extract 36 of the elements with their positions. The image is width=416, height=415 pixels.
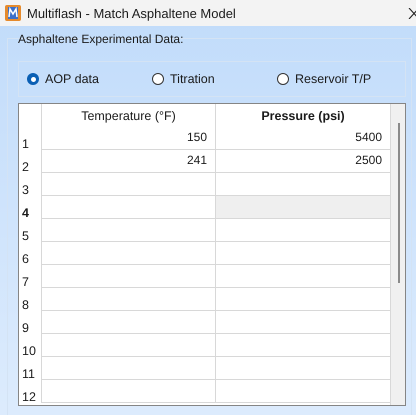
row-number: 4 [21,205,30,219]
scroll-thumb[interactable] [398,123,400,283]
row-number: 1 [21,136,30,150]
row-number: 7 [21,274,30,288]
row-number: 5 [21,228,30,242]
group-label: Asphaltene Experimental Data: [17,32,184,46]
table-cell[interactable] [41,288,215,311]
column-header[interactable]: Temperature (°F) [41,104,215,127]
radio-icon[interactable] [152,73,164,85]
window-title: Multiflash - Match Asphaltene Model [27,6,236,20]
table-cell[interactable]: 241 [41,150,215,173]
radio-option[interactable]: AOP data [27,72,152,86]
table-cell[interactable] [41,311,215,334]
table-cell[interactable] [41,219,215,242]
radio-option[interactable]: Titration [152,72,277,86]
app-icon [5,5,21,21]
radio-option[interactable]: Reservoir T/P [277,72,372,86]
table-cell[interactable] [41,334,215,357]
table-cell[interactable] [41,265,215,288]
row-number: 11 [21,366,36,380]
row-number: 6 [21,251,30,265]
row-number: 12 [21,389,37,403]
row-number: 2 [21,159,30,173]
row-number: 9 [21,320,30,334]
row-number: 10 [21,343,37,357]
radio-icon[interactable] [277,73,289,85]
table-cell[interactable]: 150 [41,127,215,150]
table-cell[interactable] [41,357,215,380]
table-cell[interactable] [41,380,215,403]
radio-icon[interactable] [27,73,39,85]
scrollbar[interactable] [390,104,405,405]
table-cell[interactable] [41,173,215,196]
row-number: 3 [21,182,30,196]
row-number: 8 [21,297,30,311]
table-cell[interactable] [41,242,215,265]
table-cell[interactable] [215,196,390,219]
